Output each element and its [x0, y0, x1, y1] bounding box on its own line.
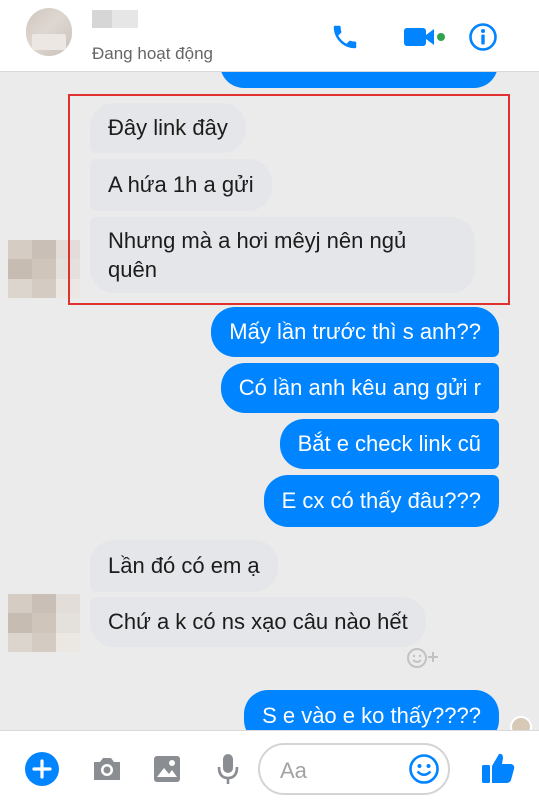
message-text: Bắt e check link cũ	[297, 431, 481, 456]
message-text: E cx có thấy đâu???	[281, 488, 481, 513]
message-bubble-outgoing[interactable]: E cx có thấy đâu???	[263, 475, 499, 527]
message-input-placeholder: Aa	[280, 758, 307, 783]
message-bubble-incoming[interactable]: Lần đó có em ạ	[90, 540, 278, 592]
contact-avatar[interactable]	[26, 8, 72, 56]
message-text: Lần đó có em ạ	[108, 553, 260, 578]
phone-icon[interactable]	[328, 20, 362, 54]
message-composer: Aa	[0, 730, 539, 806]
contact-avatar-small	[8, 594, 80, 652]
message-text: Có lần anh kêu ang gửi r	[238, 375, 481, 400]
active-status: Đang hoạt động	[92, 44, 213, 63]
plus-icon[interactable]	[24, 751, 60, 787]
contact-name-redacted[interactable]	[92, 10, 138, 28]
message-bubble-incoming[interactable]: Chứ a k có ns xạo câu nào hết	[90, 597, 426, 647]
message-bubble-outgoing[interactable]: Mấy lần trước thì s anh??	[211, 307, 499, 357]
chat-header: Đang hoạt động	[0, 0, 539, 72]
message-bubble-outgoing[interactable]: Có lần anh kêu ang gửi r	[220, 363, 499, 413]
image-icon[interactable]	[149, 751, 185, 787]
emoji-icon[interactable]	[408, 753, 440, 785]
message-text: Chứ a k có ns xạo câu nào hết	[108, 609, 408, 634]
info-icon[interactable]	[466, 20, 500, 54]
camera-icon[interactable]	[89, 751, 125, 787]
thumbs-up-icon[interactable]	[478, 748, 518, 788]
microphone-icon[interactable]	[210, 751, 246, 787]
message-text: Mấy lần trước thì s anh??	[229, 319, 481, 344]
message-bubble-outgoing[interactable]: Bắt e check link cũ	[279, 419, 499, 469]
video-call-icon[interactable]	[400, 20, 448, 54]
message-text: S e vào e ko thấy????	[262, 703, 481, 728]
message-input[interactable]: Aa	[258, 743, 450, 795]
highlight-annotation	[68, 94, 510, 305]
add-reaction-icon[interactable]	[403, 644, 443, 672]
